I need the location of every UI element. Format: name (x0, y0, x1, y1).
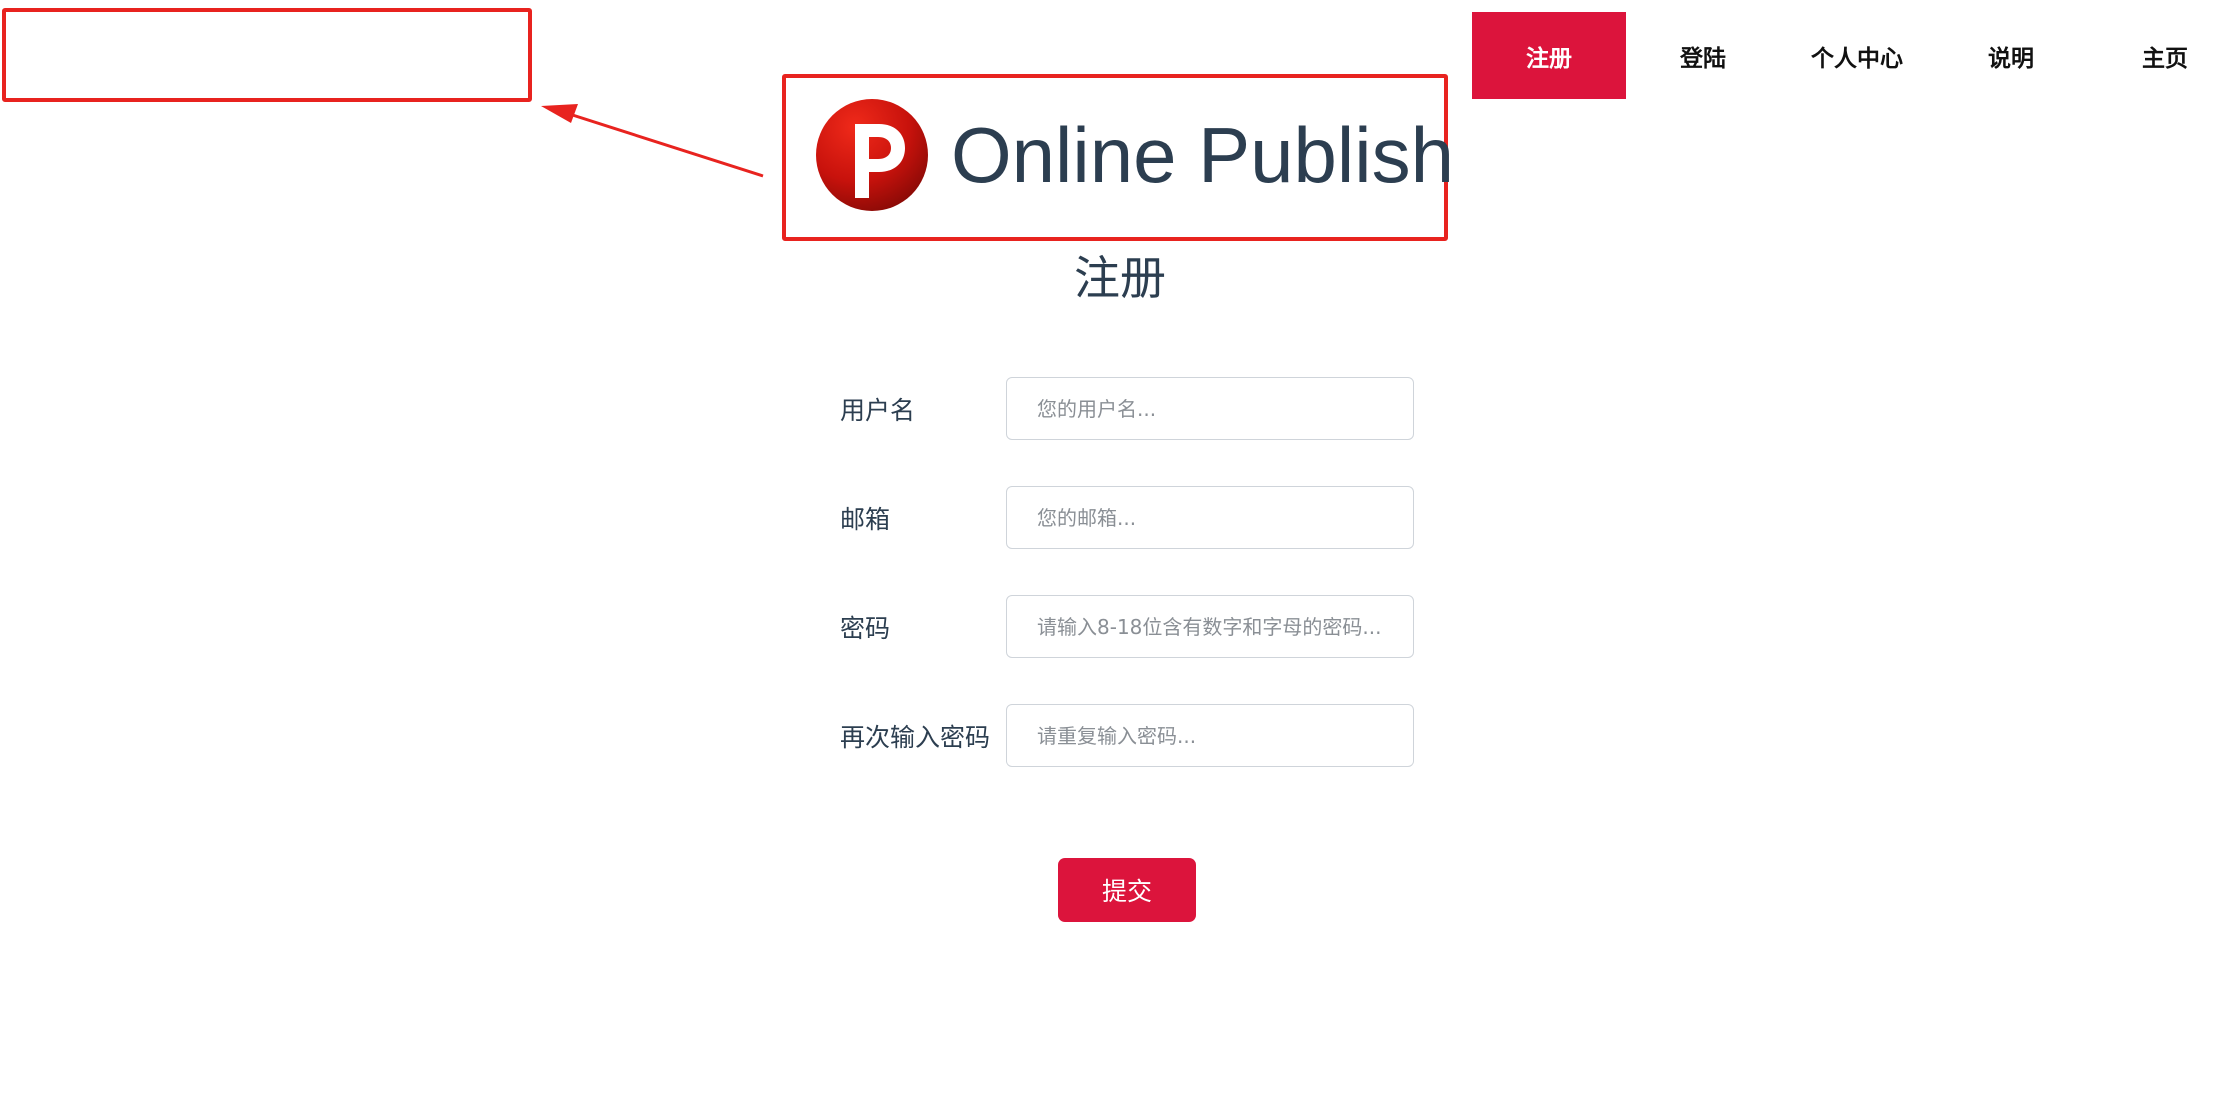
username-label: 用户名 (840, 395, 916, 425)
nav-item-profile[interactable]: 个人中心 (1780, 12, 1934, 99)
form-row-email: 邮箱 (840, 486, 1416, 549)
form-row-password: 密码 (840, 595, 1416, 658)
password-input[interactable] (1006, 595, 1414, 658)
page-title: 注册 (1074, 251, 1166, 305)
nav-item-home[interactable]: 主页 (2088, 12, 2240, 99)
site-logo: Online Publish (815, 98, 1454, 212)
submit-button[interactable]: 提交 (1058, 858, 1196, 922)
confirm-password-input[interactable] (1006, 704, 1414, 767)
top-nav: 注册 登陆 个人中心 说明 主页 (1472, 12, 2240, 99)
publish-p-icon (816, 99, 928, 211)
email-input[interactable] (1006, 486, 1414, 549)
password-label: 密码 (840, 613, 891, 643)
nav-item-register[interactable]: 注册 (1472, 12, 1626, 99)
form-row-username: 用户名 (840, 377, 1416, 440)
nav-item-login[interactable]: 登陆 (1626, 12, 1780, 99)
logo-text: Online Publish (951, 111, 1454, 199)
confirm-password-label: 再次输入密码 (840, 722, 991, 752)
username-input[interactable] (1006, 377, 1414, 440)
nav-item-about[interactable]: 说明 (1934, 12, 2088, 99)
email-label: 邮箱 (840, 504, 891, 534)
form-row-confirm-password: 再次输入密码 (840, 704, 1416, 767)
annotation-box-empty (2, 8, 532, 102)
